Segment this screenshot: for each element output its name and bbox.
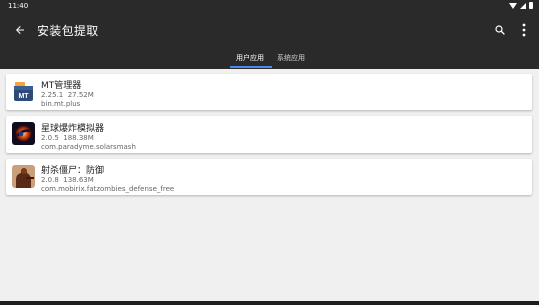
app-list[interactable]: MT MT管理器 2.25.1 27.52M bin.mt.plus 星球爆炸模… — [0, 69, 539, 301]
tab-user-apps[interactable]: 用户应用 — [236, 53, 264, 63]
app-version-size: 2.25.1 27.52M — [41, 91, 94, 99]
search-icon — [495, 25, 505, 35]
app-version: 2.25.1 — [41, 91, 64, 99]
app-size: 138.63M — [63, 176, 94, 184]
app-version-size: 2.0.5 188.38M — [41, 134, 94, 142]
app-name: MT管理器 — [41, 81, 82, 91]
tab-indicator — [230, 66, 272, 68]
app-package: com.mobirix.fatzombies_defense_free — [41, 185, 175, 193]
app-bar: 安装包提取 — [0, 12, 539, 48]
app-version: 2.0.5 — [41, 134, 59, 142]
app-size: 188.38M — [63, 134, 94, 142]
battery-icon — [529, 2, 533, 9]
mt-manager-icon: MT — [12, 80, 35, 103]
app-package: com.paradyme.solarsmash — [41, 143, 136, 151]
zombie-defense-icon — [12, 165, 35, 188]
solar-smash-icon — [12, 122, 35, 145]
status-icons — [509, 2, 533, 9]
app-version-size: 2.0.8 138.63M — [41, 176, 94, 184]
status-time: 11:40 — [8, 2, 29, 10]
app-name: 射杀僵尸：防御 — [41, 166, 105, 176]
more-vert-icon — [522, 23, 526, 37]
app-name: 星球爆炸模拟器 — [41, 124, 105, 134]
wifi-icon — [509, 2, 517, 9]
page-title: 安装包提取 — [37, 24, 99, 38]
app-package: bin.mt.plus — [41, 100, 81, 108]
tab-system-apps[interactable]: 系统应用 — [277, 53, 305, 63]
tab-bar: 用户应用 系统应用 — [0, 48, 539, 69]
svg-text:MT: MT — [18, 93, 29, 100]
more-options-button[interactable] — [515, 20, 533, 40]
app-version: 2.0.8 — [41, 176, 59, 184]
status-bar: 11:40 — [0, 0, 539, 12]
search-button[interactable] — [490, 20, 510, 40]
arrow-back-icon — [16, 26, 24, 34]
bottom-edge — [0, 301, 539, 305]
list-item[interactable]: MT MT管理器 2.25.1 27.52M bin.mt.plus — [6, 74, 532, 110]
list-item[interactable]: 射杀僵尸：防御 2.0.8 138.63M com.mobirix.fatzom… — [6, 159, 532, 195]
back-button[interactable] — [10, 20, 30, 40]
list-item[interactable]: 星球爆炸模拟器 2.0.5 188.38M com.paradyme.solar… — [6, 116, 532, 153]
app-size: 27.52M — [67, 91, 94, 99]
signal-icon — [520, 2, 526, 9]
